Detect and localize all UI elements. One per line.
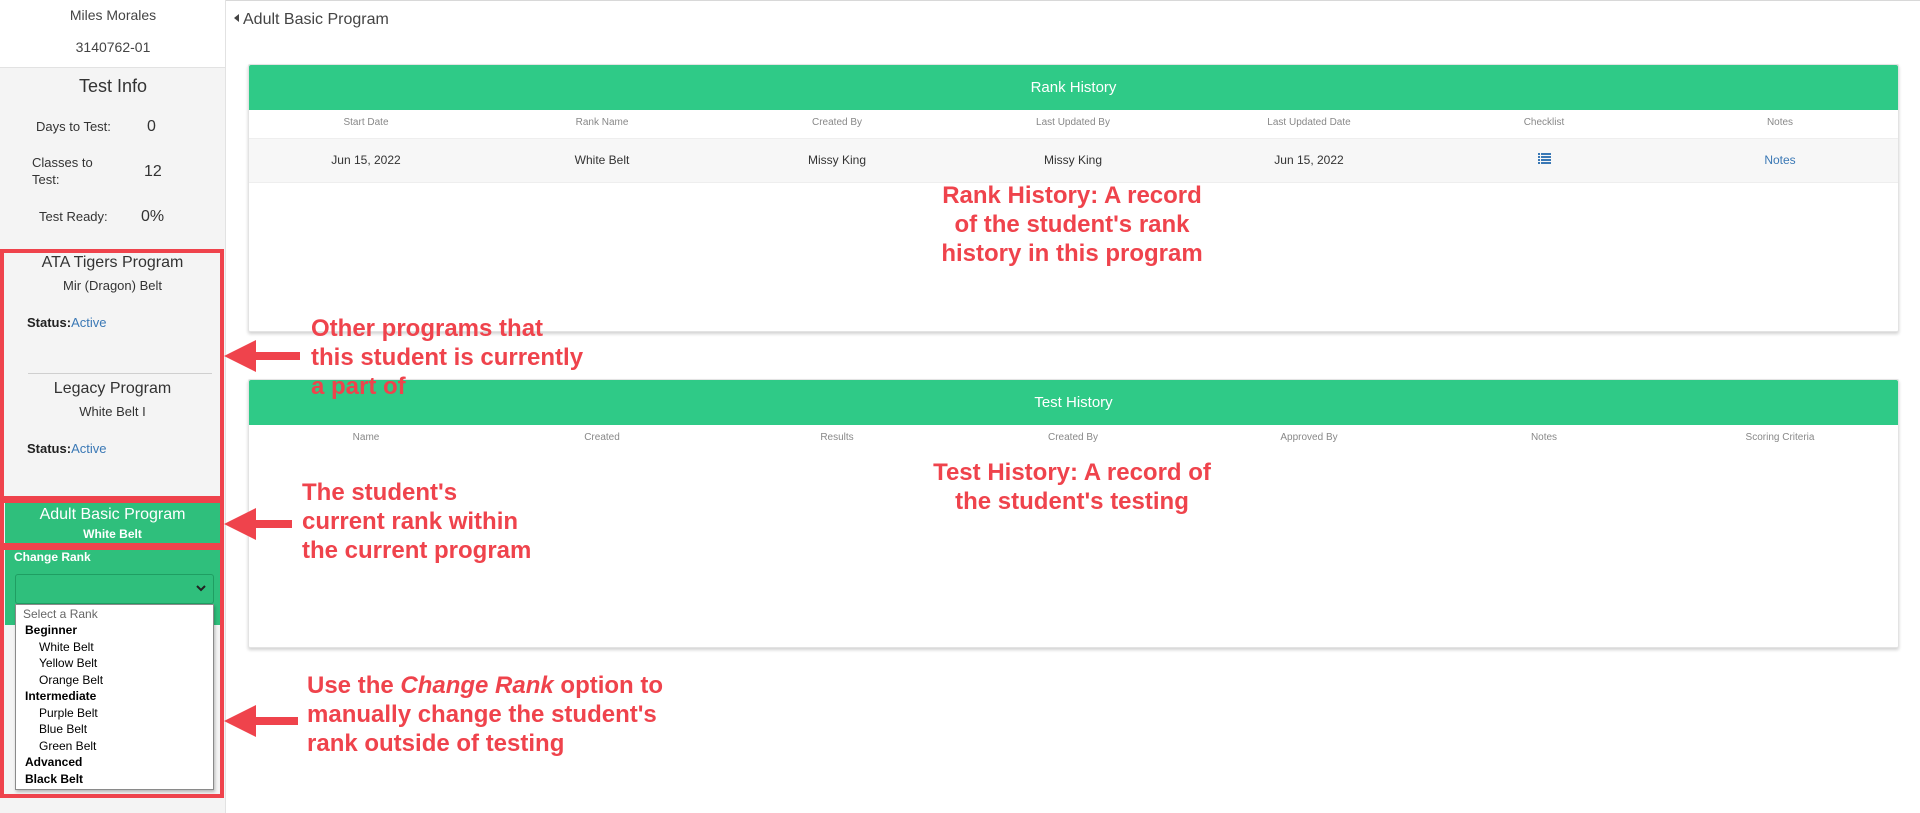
notes-link[interactable]: Notes xyxy=(1764,153,1795,167)
column-header: Name xyxy=(352,432,380,443)
arrow-left-icon xyxy=(224,508,292,540)
annotation-line: this student is currently xyxy=(311,344,584,371)
annotation-other-programs: Other programs that this student is curr… xyxy=(311,314,631,401)
cell-notes: Notes xyxy=(1680,153,1880,167)
column-header: Approved By xyxy=(1280,432,1338,443)
annotation-line: Test History: A record of xyxy=(933,459,1211,486)
column-header: Rank Name xyxy=(575,117,629,128)
column-header: Notes xyxy=(1530,432,1558,443)
column-header: Checklist xyxy=(1523,117,1565,128)
annotation-line: the student's testing xyxy=(955,488,1189,515)
cell-last-updated-date: Jun 15, 2022 xyxy=(1274,153,1344,167)
annotation-line: Use the Change Rank option to xyxy=(307,671,767,700)
annotation-rank-history: Rank History: A record of the student's … xyxy=(872,181,1272,268)
annotation-line: The student's xyxy=(302,479,458,506)
annotation-line: manually change the student's xyxy=(307,701,657,728)
back-link-label: Adult Basic Program xyxy=(243,11,389,28)
column-header: Results xyxy=(820,432,854,443)
classes-to-test-label-line2: Test: xyxy=(32,172,60,187)
annotation-line: the current program xyxy=(302,537,532,564)
column-header: Created By xyxy=(1047,432,1099,443)
column-header: Start Date xyxy=(343,117,389,128)
classes-to-test-value: 12 xyxy=(144,163,162,180)
back-link[interactable]: Adult Basic Program xyxy=(234,11,389,29)
annotation-line: rank outside of testing xyxy=(307,730,565,757)
list-icon[interactable] xyxy=(1537,153,1551,164)
classes-to-test-label-line1: Classes to xyxy=(32,155,93,170)
student-name: Miles Morales xyxy=(69,7,157,23)
annotation-test-history: Test History: A record of the student's … xyxy=(872,458,1272,516)
top-border xyxy=(0,0,1920,1)
test-ready-label: Test Ready: xyxy=(39,209,108,224)
column-header: Last Updated Date xyxy=(1267,117,1351,128)
annotation-text: option to xyxy=(553,672,664,699)
annotation-box-current-program xyxy=(0,499,224,547)
cell-checklist xyxy=(1444,153,1644,167)
cell-created-by: Missy King xyxy=(807,153,866,167)
rank-history-columns: Start Date Rank Name Created By Last Upd… xyxy=(249,117,1898,131)
days-to-test-label: Days to Test: xyxy=(36,119,111,134)
annotation-box-other-programs xyxy=(0,249,224,500)
arrow-left-icon xyxy=(224,705,298,737)
annotation-current-rank: The student's current rank within the cu… xyxy=(302,478,622,565)
column-header: Created xyxy=(584,432,620,443)
table-row: Jun 15, 2022 White Belt Missy King Missy… xyxy=(249,138,1898,183)
test-info-title: Test Info xyxy=(78,76,148,96)
test-ready-value: 0% xyxy=(141,208,165,225)
column-header: Scoring Criteria xyxy=(1745,432,1815,443)
annotation-line: Rank History: A record xyxy=(942,182,1202,209)
days-to-test-value: 0 xyxy=(147,118,156,135)
annotation-line: a part of xyxy=(311,373,406,400)
column-header: Last Updated By xyxy=(1036,117,1110,128)
annotation-line: history in this program xyxy=(941,240,1203,267)
column-header: Notes xyxy=(1766,117,1794,128)
test-history-columns: Name Created Results Created By Approved… xyxy=(249,432,1898,446)
cell-rank-name: White Belt xyxy=(574,153,630,167)
annotation-text: Use the xyxy=(307,672,401,699)
annotation-line: of the student's rank xyxy=(954,211,1190,238)
annotation-line: current rank within xyxy=(302,508,519,535)
student-id: 3140762-01 xyxy=(75,39,151,55)
cell-last-updated-by: Missy King xyxy=(1043,153,1102,167)
annotation-emphasis: Change Rank xyxy=(400,672,554,699)
column-header: Created By xyxy=(811,117,863,128)
cell-start-date: Jun 15, 2022 xyxy=(331,153,401,167)
caret-left-icon xyxy=(234,14,239,22)
annotation-box-change-rank xyxy=(0,546,224,798)
annotation-line: Other programs that xyxy=(311,315,544,342)
arrow-left-icon xyxy=(224,340,300,372)
rank-history-title: Rank History xyxy=(249,65,1898,110)
annotation-change-rank: Use the Change Rank option to manually c… xyxy=(307,671,767,758)
